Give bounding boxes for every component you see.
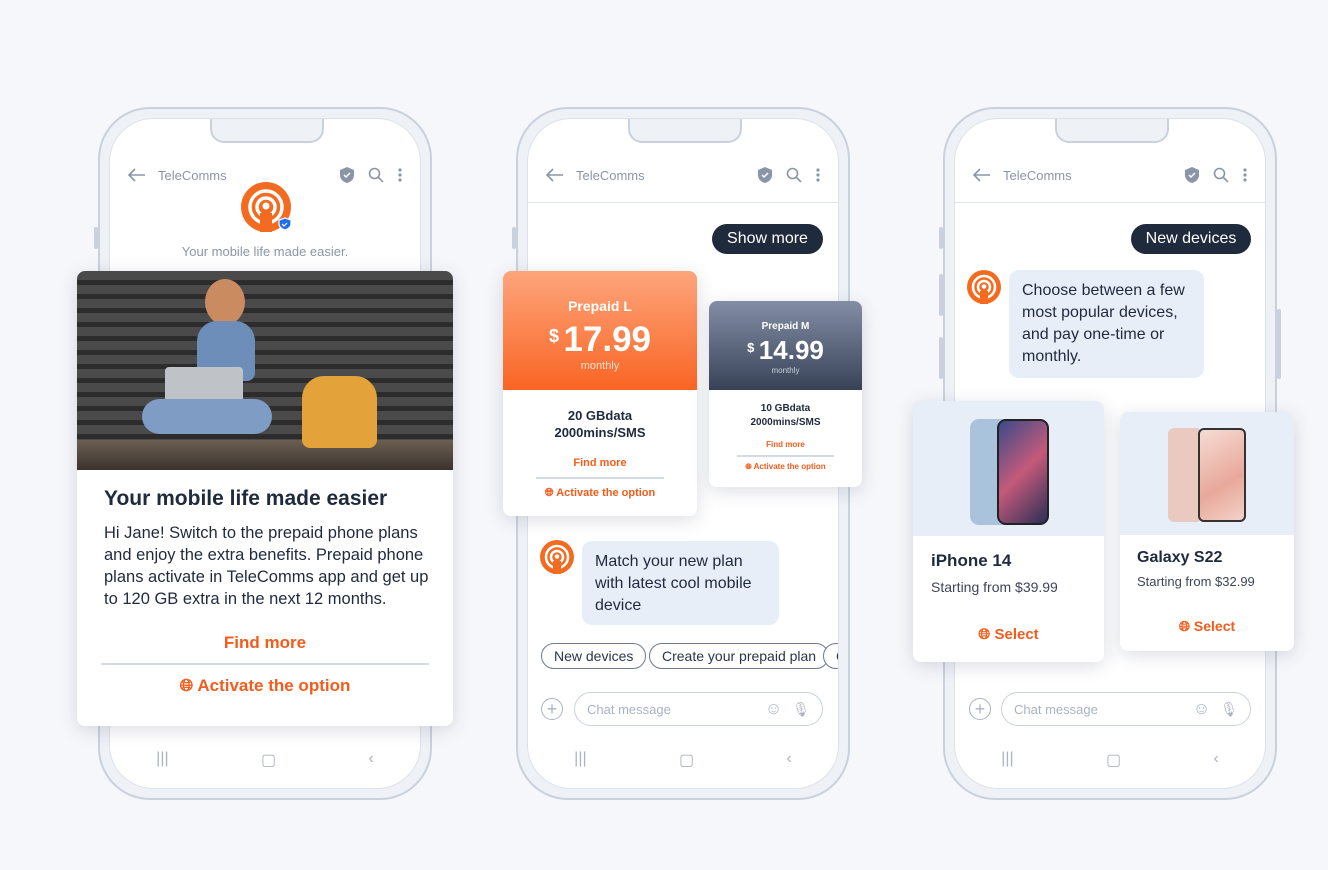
search-icon[interactable] [1213,167,1229,183]
search-icon[interactable] [368,167,384,183]
activate-option-button[interactable]: 🌐︎ Activate the option [709,460,862,474]
activate-option-button[interactable]: 🌐︎ Activate the option [77,676,453,696]
device-price: Starting from $32.99 [1137,574,1255,589]
device-price: Starting from $39.99 [931,579,1058,595]
find-more-link[interactable]: Find more [503,455,697,472]
promo-card: Your mobile life made easier Hi Jane! Sw… [77,271,453,726]
recents-icon[interactable]: ||| [156,750,168,770]
promo-title: Your mobile life made easier [104,487,388,510]
app-title: TeleComms [576,167,645,183]
back-arrow-icon[interactable] [973,168,991,182]
find-more-link[interactable]: Find more [77,633,453,653]
chip-new-devices[interactable]: New devices [541,643,647,669]
plan-card-prepaid-m[interactable]: Prepaid M $ 14.99 monthly 10 GBdata 2000… [709,301,862,487]
search-icon[interactable] [786,167,802,183]
home-icon[interactable]: ▢ [261,750,276,770]
bot-logo-icon [544,544,570,574]
more-vertical-icon[interactable] [816,168,820,182]
shield-check-icon[interactable] [1185,167,1199,183]
plan-name: Prepaid L [568,298,632,314]
back-icon[interactable]: ‹ [1213,750,1218,770]
home-icon[interactable]: ▢ [1106,750,1121,770]
device-name: Galaxy S22 [1137,549,1223,566]
app-title: TeleComms [158,167,227,183]
chat-input[interactable]: Chat message ☺ 🎙︎ [1001,692,1251,726]
chat-input[interactable]: Chat message ☺ 🎙︎ [574,692,823,726]
system-nav: ||| ▢ ‹ [528,750,838,770]
back-arrow-icon[interactable] [546,168,564,182]
shield-check-icon[interactable] [758,167,772,183]
device-card-galaxy-s22[interactable]: Galaxy S22 Starting from $32.99 🌐︎ Selec… [1120,412,1294,651]
bot-avatar [967,270,1001,304]
recents-icon[interactable]: ||| [574,750,586,770]
tagline: Your mobile life made easier. [181,244,349,259]
system-nav: ||| ▢ ‹ [955,750,1265,770]
device-name: iPhone 14 [931,551,1012,570]
app-title: TeleComms [1003,167,1072,183]
user-message: New devices [1131,224,1251,254]
bot-logo-icon [971,274,997,304]
globe-icon: 🌐︎ [544,486,554,499]
system-nav: ||| ▢ ‹ [110,750,420,770]
plus-icon[interactable]: + [969,698,991,720]
promo-body: Hi Jane! Switch to the prepaid phone pla… [104,524,429,608]
bot-avatar [540,540,574,574]
globe-icon: 🌐︎ [978,626,991,643]
back-icon[interactable]: ‹ [368,750,373,770]
chip-create-prepaid-plan[interactable]: Create your prepaid plan [649,643,830,669]
globe-icon: 🌐︎ [1178,618,1191,634]
shield-check-icon[interactable] [340,167,354,183]
iphone-image [913,401,1104,536]
more-vertical-icon[interactable] [398,168,402,182]
app-header: TeleComms [528,155,838,195]
microphone-icon[interactable]: 🎙︎ [792,701,810,718]
globe-icon: 🌐︎ [179,676,194,695]
promo-image [77,271,453,470]
globe-icon: 🌐︎ [745,461,752,471]
select-button[interactable]: 🌐︎ Select [913,626,1104,643]
app-header: TeleComms [955,155,1265,195]
brand-logo [241,182,292,232]
recents-icon[interactable]: ||| [1001,750,1013,770]
home-icon[interactable]: ▢ [679,750,694,770]
microphone-icon[interactable]: 🎙︎ [1220,701,1238,718]
plan-card-prepaid-l[interactable]: Prepaid L $ 17.99 monthly 20 GBdata 2000… [503,271,697,516]
plan-price: 17.99 [563,320,652,359]
back-arrow-icon[interactable] [128,168,146,182]
plan-name: Prepaid M [761,321,810,332]
find-more-link[interactable]: Find more [709,438,862,452]
select-button[interactable]: 🌐︎ Select [1120,618,1294,635]
galaxy-image [1120,412,1294,535]
plus-icon[interactable]: + [541,698,563,720]
emoji-icon[interactable]: ☺ [1193,699,1210,719]
activate-option-button[interactable]: 🌐︎ Activate the option [503,485,697,502]
device-card-iphone-14[interactable]: iPhone 14 Starting from $39.99 🌐︎ Select [913,401,1104,662]
back-icon[interactable]: ‹ [786,750,791,770]
plan-price: 14.99 [758,335,824,365]
bot-message: Match your new plan with latest cool mob… [582,541,779,625]
user-message: Show more [712,224,823,254]
bot-message: Choose between a few most popular device… [1009,270,1204,378]
more-vertical-icon[interactable] [1243,168,1247,182]
emoji-icon[interactable]: ☺ [765,699,782,719]
